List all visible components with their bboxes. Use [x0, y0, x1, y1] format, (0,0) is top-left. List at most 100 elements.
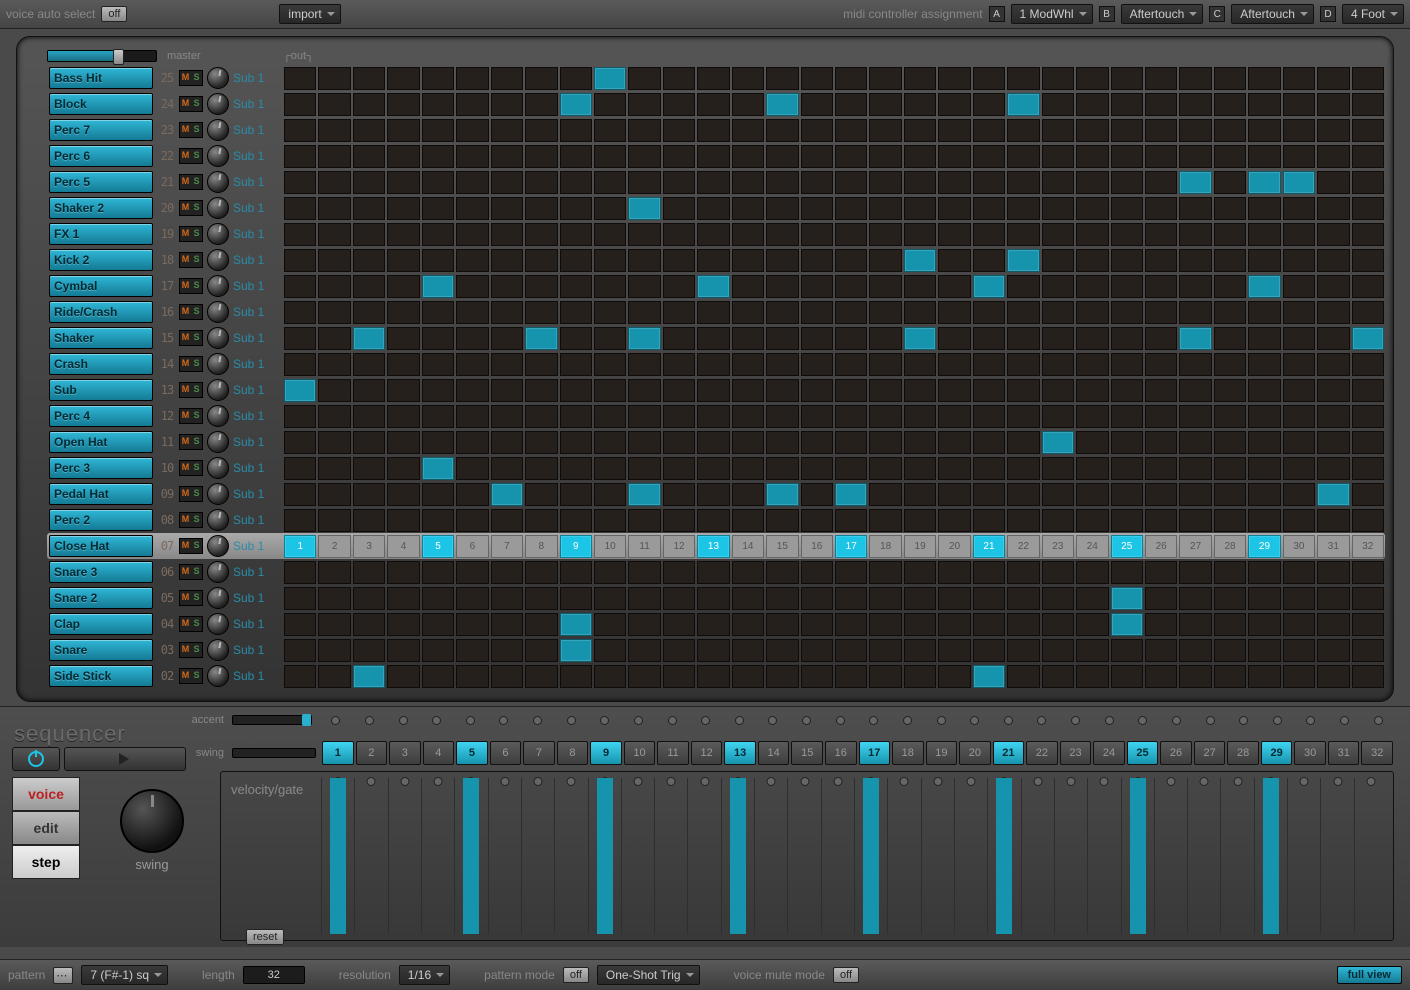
velocity-cell[interactable]: [388, 778, 421, 934]
step-cell[interactable]: 13: [697, 535, 729, 558]
step-cell[interactable]: [1111, 275, 1143, 298]
full-view-button[interactable]: full view: [1337, 966, 1402, 984]
step-cell[interactable]: [422, 483, 454, 506]
step-cell[interactable]: [318, 353, 350, 376]
track-output[interactable]: Sub 1: [233, 279, 277, 293]
step-cell[interactable]: [732, 665, 764, 688]
step-cell[interactable]: [1214, 197, 1246, 220]
step-cell[interactable]: [353, 509, 385, 532]
step-cell[interactable]: [1145, 379, 1177, 402]
step-cell[interactable]: [1214, 431, 1246, 454]
step-cell[interactable]: [938, 509, 970, 532]
step-cell[interactable]: [456, 639, 488, 662]
step-cell[interactable]: [801, 379, 833, 402]
step-cell[interactable]: [766, 561, 798, 584]
step-cell[interactable]: [1248, 249, 1280, 272]
step-cell[interactable]: [318, 145, 350, 168]
step-cell[interactable]: [835, 197, 867, 220]
step-cell[interactable]: [697, 613, 729, 636]
track-level-knob[interactable]: [207, 405, 229, 427]
step-cell[interactable]: [387, 249, 419, 272]
step-cell[interactable]: [1145, 405, 1177, 428]
step-cell[interactable]: [422, 275, 454, 298]
step-cell[interactable]: [628, 301, 660, 324]
step-cell[interactable]: [869, 67, 901, 90]
step-cell[interactable]: [1214, 613, 1246, 636]
step-cell[interactable]: [1179, 145, 1211, 168]
step-cell[interactable]: [560, 67, 592, 90]
step-cell[interactable]: [284, 587, 316, 610]
step-cell[interactable]: [422, 67, 454, 90]
step-cell[interactable]: [1352, 509, 1384, 532]
step-cell[interactable]: [1214, 327, 1246, 350]
step-button[interactable]: 8: [557, 741, 589, 765]
step-cell[interactable]: [1248, 561, 1280, 584]
step-cell[interactable]: [560, 249, 592, 272]
step-button[interactable]: 28: [1227, 741, 1259, 765]
step-cell[interactable]: [1283, 561, 1315, 584]
accent-dot[interactable]: [589, 716, 621, 724]
accent-dot[interactable]: [320, 716, 352, 724]
step-cell[interactable]: [560, 587, 592, 610]
step-cell[interactable]: [1111, 665, 1143, 688]
step-button[interactable]: 17: [859, 741, 891, 765]
step-cell[interactable]: 28: [1214, 535, 1246, 558]
master-level-slider[interactable]: [47, 50, 157, 62]
step-cell[interactable]: [456, 93, 488, 116]
step-cell[interactable]: [353, 405, 385, 428]
step-cell[interactable]: [869, 379, 901, 402]
step-cell[interactable]: [1076, 171, 1108, 194]
step-cell[interactable]: [1317, 457, 1349, 480]
step-cell[interactable]: [766, 145, 798, 168]
track-output[interactable]: Sub 1: [233, 357, 277, 371]
step-cell[interactable]: [766, 405, 798, 428]
gate-dot[interactable]: [933, 777, 942, 786]
accent-dot[interactable]: [1194, 716, 1226, 724]
step-cell[interactable]: 19: [904, 535, 936, 558]
step-cell[interactable]: [1111, 457, 1143, 480]
step-cell[interactable]: [801, 223, 833, 246]
step-cell[interactable]: [525, 249, 557, 272]
step-cell[interactable]: [732, 301, 764, 324]
step-cell[interactable]: [732, 379, 764, 402]
step-cell[interactable]: [1317, 275, 1349, 298]
step-cell[interactable]: [1283, 431, 1315, 454]
step-cell[interactable]: [869, 119, 901, 142]
step-cell[interactable]: [1179, 353, 1211, 376]
step-cell[interactable]: [1179, 561, 1211, 584]
step-cell[interactable]: 18: [869, 535, 901, 558]
pattern-mode-dropdown[interactable]: One-Shot Trig: [597, 965, 700, 985]
gate-dot[interactable]: [567, 777, 576, 786]
step-button[interactable]: 20: [959, 741, 991, 765]
accent-dot[interactable]: [1362, 716, 1394, 724]
step-cell[interactable]: [801, 613, 833, 636]
mute-solo-toggle[interactable]: MS: [179, 408, 203, 424]
swing-row-slider[interactable]: [232, 748, 316, 758]
step-cell[interactable]: [1111, 327, 1143, 350]
track-name[interactable]: Perc 3: [49, 457, 153, 479]
step-button[interactable]: 24: [1093, 741, 1125, 765]
step-cell[interactable]: [732, 353, 764, 376]
step-cell[interactable]: [1111, 93, 1143, 116]
step-cell[interactable]: [422, 457, 454, 480]
step-cell[interactable]: [318, 119, 350, 142]
step-cell[interactable]: [1042, 93, 1074, 116]
step-cell[interactable]: [904, 223, 936, 246]
step-cell[interactable]: [1145, 639, 1177, 662]
gate-dot[interactable]: [1100, 777, 1109, 786]
step-cell[interactable]: [697, 431, 729, 454]
step-cell[interactable]: [835, 93, 867, 116]
step-cell[interactable]: [1145, 561, 1177, 584]
gate-dot[interactable]: [833, 777, 842, 786]
mute-solo-toggle[interactable]: MS: [179, 356, 203, 372]
step-cell[interactable]: [525, 223, 557, 246]
step-cell[interactable]: [732, 405, 764, 428]
step-cell[interactable]: [1214, 93, 1246, 116]
step-cell[interactable]: [1248, 197, 1280, 220]
step-cell[interactable]: [1283, 197, 1315, 220]
step-cell[interactable]: [1283, 171, 1315, 194]
step-cell[interactable]: [594, 197, 626, 220]
step-cell[interactable]: [525, 509, 557, 532]
step-cell[interactable]: [628, 67, 660, 90]
velocity-cell[interactable]: [621, 778, 654, 934]
